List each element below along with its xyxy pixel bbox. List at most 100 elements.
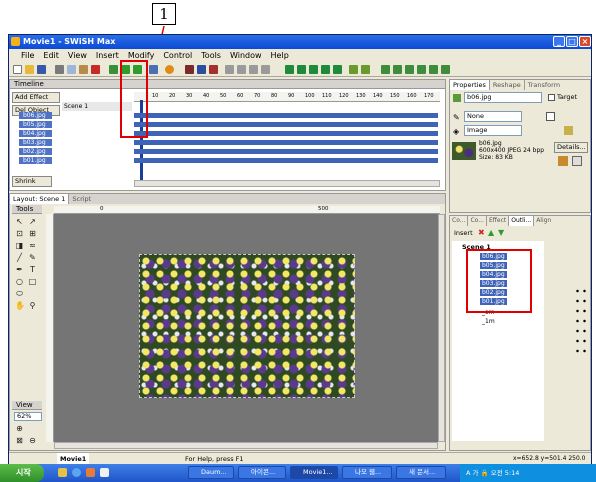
move-down-icon[interactable]: ▼ [498, 228, 504, 237]
start-button[interactable]: 시작 [0, 464, 44, 482]
zoom-out-icon[interactable]: ⊖ [28, 436, 37, 445]
tab-align[interactable]: Align [534, 216, 553, 226]
insert-content-icon[interactable] [349, 65, 358, 74]
help-icon[interactable] [165, 65, 174, 74]
quicklaunch-icon[interactable] [72, 468, 81, 477]
tab-layout[interactable]: Layout: Scene 1 [10, 194, 70, 204]
taskbar-item-movie1[interactable]: Movie1... [290, 466, 338, 479]
zoom-select[interactable]: 62% [14, 412, 42, 421]
insert-button[interactable]: Insert [452, 229, 474, 240]
menu-insert[interactable]: Insert [96, 49, 119, 62]
maximize-button[interactable]: □ [566, 36, 578, 47]
details-button[interactable]: Details... [554, 142, 588, 153]
taskbar-item-newdoc[interactable]: 새 문서... [396, 466, 446, 479]
quicklaunch-icon[interactable] [58, 468, 67, 477]
zoom-in-icon[interactable]: ⊕ [15, 424, 24, 433]
text-tool-icon[interactable]: T [28, 265, 37, 274]
effect-remove-icon[interactable] [441, 65, 450, 74]
timeline-layer-b05[interactable]: b05.jpg [12, 121, 130, 129]
zoom-fit-icon[interactable]: ⊠ [15, 436, 24, 445]
group-icon[interactable] [109, 65, 118, 74]
tab-components[interactable]: Co... [468, 216, 487, 226]
edit-image-icon[interactable] [558, 156, 568, 166]
timeline-layer-b02[interactable]: b02.jpg [12, 148, 130, 156]
zoom-tool-icon[interactable]: ⚲ [28, 301, 37, 310]
save-icon[interactable] [37, 65, 46, 74]
object-name-field[interactable]: b06.jpg [464, 92, 542, 103]
tab-reshape[interactable]: Reshape [490, 80, 525, 90]
outline-shape-1m[interactable]: _1m [482, 318, 495, 325]
step-back-icon[interactable] [237, 65, 246, 74]
menu-window[interactable]: Window [230, 49, 262, 62]
taskbar-item-namo[interactable]: 나모 웹... [342, 466, 392, 479]
pencil-tool-icon[interactable]: ✎ [28, 253, 37, 262]
timeline-layer-b04[interactable]: b04.jpg [12, 130, 130, 138]
menu-edit[interactable]: Edit [43, 49, 59, 62]
tab-transform[interactable]: Transform [525, 80, 563, 90]
effect-zoom-icon[interactable] [393, 65, 402, 74]
timeline-layer-b06[interactable]: b06.jpg [12, 112, 130, 120]
layer-track[interactable] [134, 131, 438, 136]
effect-slide-icon[interactable] [405, 65, 414, 74]
effect-fade-icon[interactable] [381, 65, 390, 74]
tab-effect[interactable]: Effect [487, 216, 510, 226]
copy-icon[interactable] [67, 65, 76, 74]
play-scene-icon[interactable] [209, 65, 218, 74]
layout-hscrollbar[interactable] [54, 442, 438, 449]
layout-vscrollbar[interactable] [438, 214, 445, 442]
quicklaunch-icon[interactable] [86, 468, 95, 477]
cut-icon[interactable] [55, 65, 64, 74]
effect-place-icon[interactable] [429, 65, 438, 74]
line-color-swatch[interactable] [546, 112, 555, 121]
reshape-tool-icon[interactable]: ⊞ [28, 229, 37, 238]
ellipse-tool-icon[interactable]: ○ [15, 277, 24, 286]
fast-forward-icon[interactable] [261, 65, 270, 74]
rewind-icon[interactable] [225, 65, 234, 74]
effect-move-icon[interactable] [417, 65, 426, 74]
timeline-layer-b01[interactable]: b01.jpg [12, 157, 130, 165]
menu-view[interactable]: View [68, 49, 87, 62]
insert-scene-icon[interactable] [285, 65, 294, 74]
line-style-select[interactable]: None [464, 111, 522, 122]
insert-shape-icon[interactable] [361, 65, 370, 74]
select-tool-icon[interactable]: ↖ [15, 217, 24, 226]
layer-track[interactable] [134, 140, 438, 145]
add-effect-button[interactable]: Add Effect [12, 92, 60, 103]
menu-control[interactable]: Control [163, 49, 192, 62]
tab-outline[interactable]: Outli... [509, 216, 535, 226]
layer-track[interactable] [134, 113, 438, 118]
taskbar-item-daum[interactable]: Daum... [188, 466, 234, 479]
transform-tool-icon[interactable]: ⊡ [15, 229, 24, 238]
rectangle-tool-icon[interactable]: □ [28, 277, 37, 286]
menu-file[interactable]: File [21, 49, 34, 62]
fill-transform-icon[interactable]: ◨ [15, 241, 24, 250]
timeline-hscrollbar[interactable] [134, 180, 440, 187]
stage-image-b06[interactable] [139, 254, 355, 398]
layer-track[interactable] [134, 158, 438, 163]
timeline-layer-b03[interactable]: b03.jpg [12, 139, 130, 147]
menu-help[interactable]: Help [271, 49, 289, 62]
motion-path-icon[interactable]: ≈ [28, 241, 37, 250]
step-forward-icon[interactable] [249, 65, 258, 74]
shrink-button[interactable]: Shrink [12, 176, 52, 187]
tab-properties[interactable]: Properties [450, 80, 490, 90]
quicklaunch-icon[interactable] [100, 468, 109, 477]
stage-area[interactable] [54, 214, 438, 442]
insert-button-icon[interactable] [309, 65, 318, 74]
stop-icon[interactable] [185, 65, 194, 74]
insert-image-icon[interactable] [333, 65, 342, 74]
layer-track[interactable] [134, 122, 438, 127]
undo-icon[interactable] [149, 65, 158, 74]
tab-script[interactable]: Script [69, 194, 94, 204]
tab-content[interactable]: Co... [450, 216, 469, 226]
move-up-icon[interactable]: ▲ [488, 228, 494, 237]
image-settings-icon[interactable] [572, 156, 582, 166]
line-tool-icon[interactable]: ╱ [15, 253, 24, 262]
insert-sprite-icon[interactable] [321, 65, 330, 74]
insert-text-icon[interactable] [297, 65, 306, 74]
fill-type-select[interactable]: Image [464, 125, 522, 136]
close-button[interactable]: × [579, 36, 591, 47]
fill-options-icon[interactable] [564, 126, 573, 135]
play-icon[interactable] [197, 65, 206, 74]
delete-icon[interactable]: ✖ [478, 228, 485, 237]
